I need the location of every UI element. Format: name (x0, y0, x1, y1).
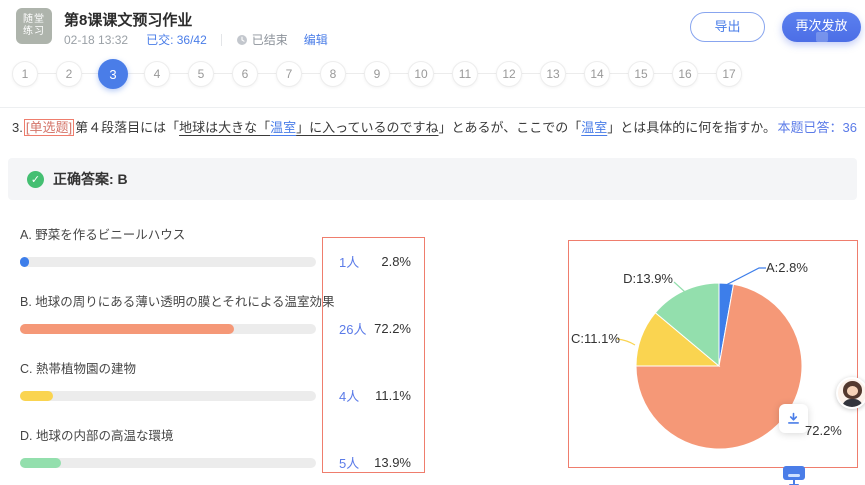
pie-chart-panel: A:2.8% D:13.9% C:11.1% 72.2% (568, 240, 858, 468)
answer-count: 26人 (339, 319, 366, 338)
option-bar-fill (20, 257, 29, 267)
question-nav-item-8[interactable]: 8 (320, 61, 346, 87)
step-connector (170, 73, 188, 74)
correct-answer-panel: ✓ 正确答案: B (8, 158, 857, 200)
user-avatar[interactable] (836, 377, 865, 409)
question-quote: 地球は大きな「 (179, 120, 270, 135)
answer-count: 1人 (339, 252, 359, 271)
question-nav-item-17[interactable]: 17 (716, 61, 742, 87)
option-bar-track (20, 324, 316, 334)
step-connector (258, 73, 276, 74)
screen-cast-icon[interactable] (782, 466, 806, 485)
question-nav: 1234567891011121314151617 (0, 0, 865, 100)
step-connector (654, 73, 672, 74)
pie-callout-line-D (674, 282, 685, 292)
step-connector (38, 73, 56, 74)
question-nav-item-15[interactable]: 15 (628, 61, 654, 87)
question-text-part: 」とあるが、ここでの「 (438, 120, 581, 135)
question-nav-item-14[interactable]: 14 (584, 61, 610, 87)
stat-row-C: 4人 11.1% (323, 387, 424, 403)
option-label: D. 地球の内部の高温な環境 (20, 425, 316, 444)
pie-callout-line-A (726, 268, 766, 285)
question-nav-item-13[interactable]: 13 (540, 61, 566, 87)
answer-count: 4人 (339, 386, 359, 405)
question-nav-item-16[interactable]: 16 (672, 61, 698, 87)
option-row-A: A. 野菜を作るビニールハウス (20, 224, 316, 291)
question-text-part: 第４段落目には「 (75, 120, 179, 135)
answer-percent: 13.9% (374, 455, 411, 470)
answer-percent: 72.2% (374, 321, 411, 336)
option-bar-track (20, 257, 316, 267)
stat-row-B: 26人 72.2% (323, 320, 424, 336)
option-bar-fill (20, 324, 234, 334)
stat-row-D: 5人 13.9% (323, 454, 424, 470)
option-row-D: D. 地球の内部の高温な環境 (20, 425, 316, 485)
step-connector (434, 73, 452, 74)
step-connector (698, 73, 716, 74)
answered-count: 本题已答：36 (778, 117, 857, 136)
option-row-C: C. 熱帯植物園の建物 (20, 358, 316, 425)
step-connector (126, 73, 144, 74)
question-nav-item-12[interactable]: 12 (496, 61, 522, 87)
step-connector (214, 73, 232, 74)
question-text: 第４段落目には「地球は大きな「温室」に入っているのですね」とあるが、ここでの「温… (75, 120, 776, 135)
step-connector (390, 73, 408, 74)
pie-callout-label-B: 72.2% (805, 423, 842, 438)
stat-row-A: 1人 2.8% (323, 253, 424, 269)
question-type-tag: [单选题] (24, 119, 74, 136)
step-connector (346, 73, 364, 74)
question-nav-item-11[interactable]: 11 (452, 61, 478, 87)
step-connector (522, 73, 540, 74)
option-bar-fill (20, 391, 53, 401)
question-nav-item-2[interactable]: 2 (56, 61, 82, 87)
question-text-part: 」とは具体的に何を指すか。 (607, 120, 776, 135)
option-bar-track (20, 458, 316, 468)
pie-callout-label-D: D:13.9% (605, 271, 673, 286)
step-connector (302, 73, 320, 74)
option-bar-track (20, 391, 316, 401)
download-chart-button[interactable] (779, 404, 808, 433)
check-icon: ✓ (27, 171, 44, 188)
option-row-B: B. 地球の周りにある薄い透明の膜とそれによる温室効果 (20, 291, 316, 358)
answer-count: 5人 (339, 453, 359, 472)
option-bar-fill (20, 458, 61, 468)
stats-annotation-box (322, 237, 425, 473)
question-nav-item-1[interactable]: 1 (12, 61, 38, 87)
question-row: 3.[单选题]第４段落目には「地球は大きな「温室」に入っているのですね」とあるが… (12, 117, 776, 136)
avatar-face (847, 386, 858, 396)
option-label: C. 熱帯植物園の建物 (20, 358, 316, 377)
quiz-results-page: 随堂 练习 第8课课文预习作业 02-18 13:32 已交: 36/42 已结… (0, 0, 865, 485)
answer-percent: 11.1% (375, 388, 411, 403)
correct-answer-label: 正确答案: B (53, 169, 128, 189)
question-nav-item-4[interactable]: 4 (144, 61, 170, 87)
question-keyword-link[interactable]: 温室 (581, 120, 607, 135)
option-label: B. 地球の周りにある薄い透明の膜とそれによる温室効果 (20, 291, 316, 310)
question-quote: 」に入っているのですね (296, 120, 438, 135)
answer-percent: 2.8% (381, 254, 411, 269)
step-connector (610, 73, 628, 74)
question-nav-item-6[interactable]: 6 (232, 61, 258, 87)
question-number: 3. (12, 120, 23, 135)
question-keyword-link[interactable]: 温室 (270, 120, 296, 135)
question-nav-item-10[interactable]: 10 (408, 61, 434, 87)
download-icon (786, 411, 801, 426)
pie-callout-label-C: C:11.1% (571, 331, 620, 346)
option-label: A. 野菜を作るビニールハウス (20, 224, 316, 243)
question-nav-item-3[interactable]: 3 (98, 59, 128, 89)
section-divider (0, 107, 865, 108)
question-nav-item-7[interactable]: 7 (276, 61, 302, 87)
step-connector (566, 73, 584, 74)
pie-callout-label-A: A:2.8% (766, 260, 808, 275)
avatar-body (842, 399, 863, 409)
step-connector (478, 73, 496, 74)
question-nav-item-9[interactable]: 9 (364, 61, 390, 87)
question-nav-item-5[interactable]: 5 (188, 61, 214, 87)
